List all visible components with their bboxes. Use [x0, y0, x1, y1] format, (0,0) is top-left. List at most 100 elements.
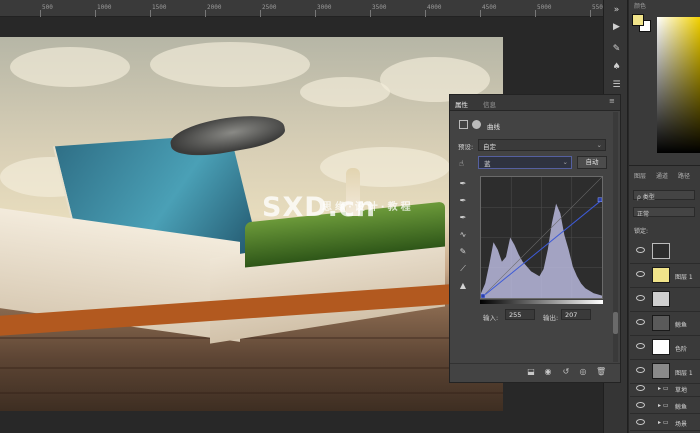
visibility-eye-icon[interactable] — [636, 295, 645, 301]
curve-control-point[interactable] — [481, 293, 486, 298]
toggle-visibility-icon[interactable]: ◎ — [578, 367, 588, 377]
ruler-tick — [590, 10, 591, 17]
visibility-eye-icon[interactable] — [636, 271, 645, 277]
ruler-tick — [40, 10, 41, 17]
layer-thumb — [652, 315, 670, 331]
on-image-adjust-icon[interactable]: ☝ — [459, 159, 464, 168]
horizontal-ruler: 500 1000 1500 2000 2500 3000 3500 4000 4500 5000 5… — [0, 0, 606, 17]
play-icon[interactable]: ▶ — [611, 22, 622, 33]
auto-button[interactable]: 自动 — [577, 156, 607, 169]
wood-plank — [0, 367, 503, 369]
visibility-eye-icon[interactable] — [636, 247, 645, 253]
ruler-tick-label: 2500 — [262, 4, 277, 11]
folder-icon: ▸ ▭ — [658, 419, 669, 426]
ruler-tick — [370, 10, 371, 17]
lock-label: 锁定: — [634, 228, 649, 235]
ruler-tick-label: 1500 — [152, 4, 167, 11]
group-name: 鲸鱼 — [675, 404, 688, 411]
ruler-tick — [150, 10, 151, 17]
smooth-icon[interactable]: ⟋ — [458, 264, 468, 274]
layer-thumb — [652, 267, 670, 283]
folder-icon: ▸ ▭ — [658, 402, 669, 409]
visibility-eye-icon[interactable] — [636, 367, 645, 373]
ruler-tick — [480, 10, 481, 17]
tab-layers[interactable]: 图层 — [634, 171, 646, 180]
gray-point-eyedropper-icon[interactable]: ✒ — [458, 196, 468, 206]
folder-icon: ▸ ▭ — [658, 385, 669, 392]
ruler-tick — [205, 10, 206, 17]
curve-control-point[interactable] — [597, 197, 602, 203]
ruler-tick-label: 4000 — [427, 4, 442, 11]
curves-graph[interactable] — [480, 176, 603, 299]
pencil-icon[interactable]: ✎ — [458, 247, 468, 257]
cloud — [300, 77, 390, 107]
layer-name: 鲸鱼 — [675, 322, 688, 329]
blend-mode-select[interactable]: 正常 — [633, 207, 695, 218]
layer-thumb — [652, 339, 670, 355]
delete-icon[interactable]: 🗑 — [596, 367, 606, 377]
cloud — [10, 47, 130, 87]
input-gradient-bar — [480, 300, 603, 304]
preset-select[interactable]: 自定 ⌄ — [478, 139, 606, 151]
visibility-eye-icon[interactable] — [636, 385, 645, 391]
visibility-eye-icon[interactable] — [636, 419, 645, 425]
foreground-color-swatch[interactable] — [632, 14, 644, 26]
clipping-warning-icon[interactable]: ▲ — [458, 281, 468, 291]
layer-row[interactable]: 图层 1 — [630, 264, 700, 288]
properties-header — [450, 95, 620, 111]
tab-paths[interactable]: 路径 — [678, 171, 690, 180]
layer-row[interactable] — [630, 288, 700, 312]
tab-info[interactable]: 信息 — [483, 99, 496, 109]
clip-to-layer-icon[interactable]: ⬓ — [526, 367, 536, 377]
channel-select[interactable]: 蓝 ⌄ — [478, 156, 572, 169]
layer-row[interactable]: 鲸鱼 — [630, 312, 700, 336]
view-previous-icon[interactable]: ◉ — [543, 367, 553, 377]
layer-thumb — [652, 291, 670, 307]
ruler-tick — [95, 10, 96, 17]
curves-adjustment-icon[interactable] — [459, 120, 468, 129]
watermark-subtitle: 思缘·设计·教程 — [322, 202, 414, 213]
scrollbar-thumb[interactable] — [613, 312, 618, 334]
history-icon[interactable]: ☰ — [611, 80, 622, 91]
tab-properties[interactable]: 属性 — [455, 99, 468, 109]
visibility-eye-icon[interactable] — [636, 319, 645, 325]
ruler-tick-label: 5000 — [537, 4, 552, 11]
input-value-field[interactable]: 255 — [505, 309, 535, 320]
visibility-eye-icon[interactable] — [636, 402, 645, 408]
wood-plank — [0, 392, 503, 394]
chevron-down-icon: ⌄ — [562, 158, 568, 166]
layer-row[interactable]: 色阶 — [630, 336, 700, 360]
layer-filter-select[interactable]: ρ 类型 — [633, 190, 695, 201]
layer-group-row[interactable]: ▸ ▭ 鲸鱼 — [630, 397, 700, 414]
output-value-field[interactable]: 207 — [561, 309, 591, 320]
input-label: 输入: — [483, 314, 499, 322]
panel-menu-icon[interactable]: ≡ — [609, 98, 616, 105]
layer-mask-icon[interactable] — [472, 120, 481, 129]
layer-group-row[interactable]: ▸ ▭ 场景 — [630, 414, 700, 431]
color-tab[interactable]: 颜色 — [634, 1, 646, 10]
visibility-eye-icon[interactable] — [636, 343, 645, 349]
color-picker-field[interactable] — [657, 17, 700, 153]
layer-row[interactable] — [630, 240, 700, 264]
layer-name: 色阶 — [675, 346, 688, 353]
cloud — [320, 147, 450, 187]
black-point-eyedropper-icon[interactable]: ✒ — [458, 179, 468, 189]
output-label: 输出: — [543, 314, 559, 322]
white-point-eyedropper-icon[interactable]: ✒ — [458, 213, 468, 223]
ruler-tick-label: 2000 — [207, 4, 222, 11]
layer-group-row[interactable]: ▸ ▭ 草地 — [630, 380, 700, 397]
brush-icon[interactable]: ✎ — [611, 44, 622, 55]
reset-icon[interactable]: ↺ — [561, 367, 571, 377]
curve-edit-points-icon[interactable]: ∿ — [458, 230, 468, 240]
group-name: 场景 — [675, 421, 688, 428]
layer-name: 图层 1 — [675, 274, 693, 281]
ruler-tick — [425, 10, 426, 17]
stamp-icon[interactable]: ♠ — [611, 62, 622, 73]
collapse-icon[interactable]: » — [611, 5, 622, 16]
tab-channels[interactable]: 通道 — [656, 171, 668, 180]
preset-value: 自定 — [483, 143, 496, 151]
channel-value: 蓝 — [484, 160, 491, 168]
layer-name: 图层 1 — [675, 370, 693, 377]
curves-chart[interactable] — [481, 177, 602, 298]
ruler-tick-label: 3500 — [372, 4, 387, 11]
